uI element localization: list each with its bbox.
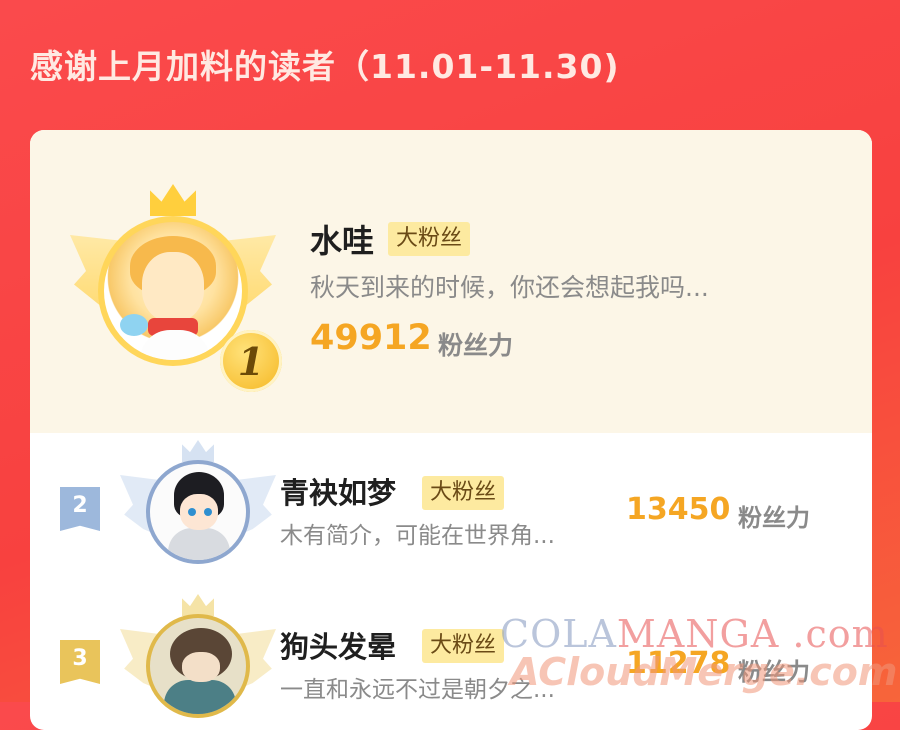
fan-power-score: 13450 xyxy=(626,492,731,527)
fan-level-badge: 大粉丝 xyxy=(422,629,505,663)
page-title: 感谢上月加料的读者（11.01-11.30) xyxy=(30,47,620,86)
reader-name[interactable]: 水哇 xyxy=(310,216,374,262)
crown-icon xyxy=(182,440,214,462)
rank-1-avatar-badge[interactable]: 1 xyxy=(68,180,282,392)
reader-bio: 木有简介，可能在世界角... xyxy=(280,523,555,549)
fan-power-unit: 粉丝力 xyxy=(438,331,514,360)
rank-flag: 3 xyxy=(60,640,100,684)
reader-bio: 秋天到来的时候，你还会想起我吗... xyxy=(310,273,709,302)
watermark: ACloudMerge.com xyxy=(510,650,898,694)
avatar[interactable] xyxy=(104,222,242,360)
crown-icon xyxy=(182,594,214,616)
rank-number-badge: 1 xyxy=(220,330,282,392)
reader-name[interactable]: 狗头发晕 xyxy=(280,624,396,666)
fan-level-badge: 大粉丝 xyxy=(422,476,505,510)
avatar[interactable] xyxy=(146,460,250,564)
fan-level-badge: 大粉丝 xyxy=(388,222,471,256)
fan-power-score: 49912 xyxy=(310,318,432,358)
crown-icon xyxy=(150,184,196,216)
avatar[interactable] xyxy=(146,614,250,718)
top-reader-section[interactable]: 1 水哇 大粉丝 秋天到来的时候，你还会想起我吗... 49912 粉丝力 xyxy=(30,130,872,433)
reader-name[interactable]: 青袂如梦 xyxy=(280,470,396,512)
fan-power-unit: 粉丝力 xyxy=(738,504,810,532)
rank-flag: 2 xyxy=(60,487,100,531)
